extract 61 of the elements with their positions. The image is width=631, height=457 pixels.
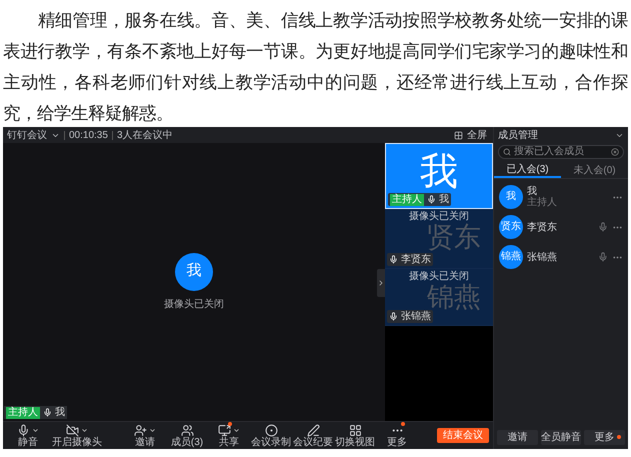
avatar: 贤东 bbox=[499, 215, 523, 239]
record-icon bbox=[264, 424, 278, 436]
members-tab[interactable]: 未入会(0) bbox=[561, 162, 628, 178]
panel-button[interactable]: 全员静音 bbox=[540, 430, 582, 445]
toolbar-button[interactable]: 更多 bbox=[376, 422, 418, 449]
host-badge: 主持人 bbox=[6, 406, 40, 418]
camera-status: 摄像头已关闭 bbox=[409, 271, 469, 283]
clear-icon bbox=[611, 148, 619, 156]
host-badge: 主持人 bbox=[390, 194, 424, 206]
members-tab[interactable]: 已入会(3) bbox=[494, 162, 561, 178]
avatar: 我 bbox=[175, 252, 213, 290]
tile-initials: 贤东 bbox=[427, 223, 481, 252]
member-name: 张锦燕 bbox=[527, 252, 558, 262]
pen-icon bbox=[306, 424, 320, 436]
microphone-icon bbox=[43, 408, 52, 417]
meeting-timer: 00:10:35 bbox=[69, 128, 108, 142]
add-person-icon bbox=[134, 424, 147, 436]
people-icon bbox=[180, 424, 194, 436]
microphone-icon bbox=[389, 312, 398, 321]
collapse-handle[interactable] bbox=[377, 269, 385, 297]
meeting-title: 钉钉会议 bbox=[7, 128, 47, 142]
chevron-right-icon bbox=[377, 279, 385, 287]
camera-status: 摄像头已关闭 bbox=[409, 211, 469, 223]
video-tile[interactable]: 摄像头已关闭 锦燕 张锦燕 bbox=[385, 269, 493, 326]
microphone-icon bbox=[17, 424, 30, 436]
participant-name: 李贤东 bbox=[401, 254, 431, 266]
toolbar-button[interactable]: 共享 bbox=[208, 422, 250, 449]
toolbar-button[interactable]: 切换视图 bbox=[334, 422, 376, 449]
toolbar-button[interactable]: 邀请 bbox=[124, 422, 166, 449]
video-tile[interactable]: 我 主持人 我 bbox=[385, 143, 493, 209]
member-name: 李贤东 bbox=[527, 222, 558, 232]
toolbar-button[interactable]: 会议纪要 bbox=[292, 422, 334, 449]
member-role: 主持人 bbox=[527, 197, 558, 208]
participant-name: 我 bbox=[55, 406, 65, 418]
member-name: 我 bbox=[527, 186, 537, 197]
search-field[interactable]: 搜索已入会成员 bbox=[498, 145, 624, 159]
participant-name: 张锦燕 bbox=[401, 310, 431, 322]
tile-initials: 锦燕 bbox=[427, 283, 481, 312]
microphone-icon bbox=[427, 195, 436, 204]
grid-icon bbox=[348, 424, 362, 436]
toolbar-button[interactable]: 开启摄像头 bbox=[49, 422, 105, 449]
attendee-count: 3人在会议中 bbox=[116, 128, 172, 142]
participant-name: 我 bbox=[439, 194, 449, 206]
toolbar-button[interactable]: 静音 bbox=[7, 422, 49, 449]
video-tile[interactable]: 摄像头已关闭 贤东 李贤东 bbox=[385, 209, 493, 269]
camera-status: 摄像头已关闭 bbox=[164, 298, 224, 312]
tile-initials: 我 bbox=[420, 153, 458, 191]
toolbar-button[interactable]: 成员(3) bbox=[166, 422, 208, 449]
fullscreen-button[interactable]: 全屏 bbox=[467, 128, 487, 142]
article-paragraph: 精细管理，服务在线。音、美、信线上教学活动按照学校教务处统一安排的课表进行教学，有条不紊地上好每一节课。为更好地提高同学们宅家学习的趣味性和主动性，各科老师们针对线上教学活动中的问题，还经常进行线上互动，合作探究，给学生释疑解惑。 bbox=[2, 10, 629, 126]
avatar: 我 bbox=[499, 185, 523, 209]
panel-button[interactable]: 更多 bbox=[584, 430, 626, 445]
fullscreen-icon bbox=[454, 130, 463, 140]
microphone-icon bbox=[389, 255, 398, 264]
avatar: 锦燕 bbox=[499, 245, 523, 269]
toolbar-button[interactable]: 会议录制 bbox=[250, 422, 292, 449]
search-icon bbox=[503, 148, 511, 156]
panel-title: 成员管理 bbox=[498, 128, 538, 142]
screen-share-icon bbox=[218, 424, 231, 436]
panel-button[interactable]: 邀请 bbox=[497, 430, 538, 445]
camera-off-icon bbox=[66, 424, 79, 436]
